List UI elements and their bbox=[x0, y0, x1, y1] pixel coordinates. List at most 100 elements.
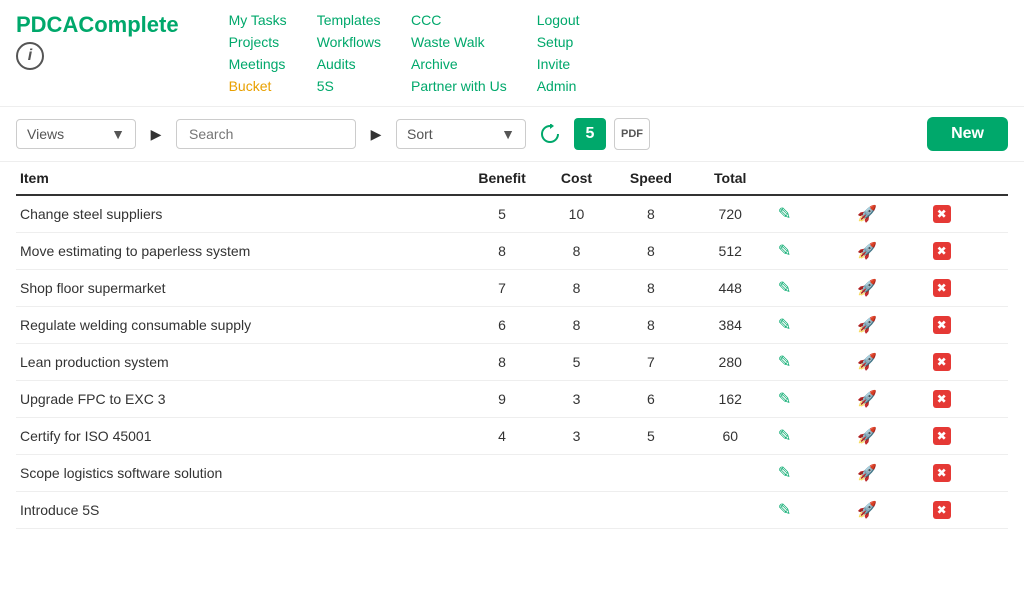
edit-icon[interactable]: ✎ bbox=[774, 498, 795, 522]
cell-item: Regulate welding consumable supply bbox=[16, 307, 462, 344]
nav-templates[interactable]: Templates bbox=[317, 12, 381, 28]
nav-col-3: CCC Waste Walk Archive Partner with Us bbox=[411, 12, 507, 94]
nav-col-1: My Tasks Projects Meetings Bucket bbox=[229, 12, 287, 94]
edit-icon[interactable]: ✎ bbox=[774, 313, 795, 337]
rocket-icon[interactable]: 🚀 bbox=[853, 387, 881, 411]
edit-icon[interactable]: ✎ bbox=[774, 276, 795, 300]
rocket-icon[interactable]: 🚀 bbox=[853, 350, 881, 374]
cell-launch: 🚀 bbox=[849, 307, 928, 344]
cell-edit: ✎ bbox=[770, 455, 849, 492]
nav-projects[interactable]: Projects bbox=[229, 34, 287, 50]
cell-cost: 8 bbox=[542, 233, 611, 270]
rocket-icon[interactable]: 🚀 bbox=[853, 313, 881, 337]
cell-benefit: 7 bbox=[462, 270, 541, 307]
cell-launch: 🚀 bbox=[849, 233, 928, 270]
views-dropdown[interactable]: Views ▼ bbox=[16, 119, 136, 149]
table-row: Regulate welding consumable supply688384… bbox=[16, 307, 1008, 344]
edit-icon[interactable]: ✎ bbox=[774, 461, 795, 485]
cell-benefit: 8 bbox=[462, 344, 541, 381]
cell-edit: ✎ bbox=[770, 233, 849, 270]
rocket-icon[interactable]: 🚀 bbox=[853, 461, 881, 485]
delete-icon[interactable]: ✖ bbox=[933, 279, 951, 297]
cell-edit: ✎ bbox=[770, 418, 849, 455]
cell-cost: 10 bbox=[542, 195, 611, 233]
count-badge[interactable]: 5 bbox=[574, 118, 606, 150]
cell-edit: ✎ bbox=[770, 195, 849, 233]
search-arrow-button[interactable]: ▶ bbox=[364, 122, 388, 146]
delete-icon[interactable]: ✖ bbox=[933, 501, 951, 519]
cell-delete: ✖ bbox=[929, 270, 1008, 307]
logo-text1: PDCA bbox=[16, 12, 78, 37]
chevron-down-icon-sort: ▼ bbox=[501, 126, 515, 142]
cell-cost bbox=[542, 492, 611, 529]
nav-logout[interactable]: Logout bbox=[537, 12, 580, 28]
new-button[interactable]: New bbox=[927, 117, 1008, 151]
table-row: Change steel suppliers5108720✎🚀✖ bbox=[16, 195, 1008, 233]
cell-item: Scope logistics software solution bbox=[16, 455, 462, 492]
logo-text2: Complete bbox=[78, 12, 178, 37]
cell-edit: ✎ bbox=[770, 492, 849, 529]
nav-5s[interactable]: 5S bbox=[317, 78, 381, 94]
col-header-cost: Cost bbox=[542, 162, 611, 195]
cell-launch: 🚀 bbox=[849, 455, 928, 492]
delete-icon[interactable]: ✖ bbox=[933, 353, 951, 371]
rocket-icon[interactable]: 🚀 bbox=[853, 239, 881, 263]
nav-ccc[interactable]: CCC bbox=[411, 12, 507, 28]
nav-invite[interactable]: Invite bbox=[537, 56, 580, 72]
nav-audits[interactable]: Audits bbox=[317, 56, 381, 72]
sort-dropdown[interactable]: Sort ▼ bbox=[396, 119, 526, 149]
delete-icon[interactable]: ✖ bbox=[933, 205, 951, 223]
rocket-icon[interactable]: 🚀 bbox=[853, 424, 881, 448]
cell-launch: 🚀 bbox=[849, 418, 928, 455]
views-arrow-button[interactable]: ▶ bbox=[144, 122, 168, 146]
cell-speed: 8 bbox=[611, 195, 690, 233]
rocket-icon[interactable]: 🚀 bbox=[853, 276, 881, 300]
rocket-icon[interactable]: 🚀 bbox=[853, 202, 881, 226]
nav-waste-walk[interactable]: Waste Walk bbox=[411, 34, 507, 50]
cell-speed: 5 bbox=[611, 418, 690, 455]
cell-cost: 3 bbox=[542, 418, 611, 455]
cell-item: Introduce 5S bbox=[16, 492, 462, 529]
delete-icon[interactable]: ✖ bbox=[933, 390, 951, 408]
cell-launch: 🚀 bbox=[849, 381, 928, 418]
cell-speed bbox=[611, 455, 690, 492]
cell-total: 280 bbox=[691, 344, 770, 381]
cell-benefit: 9 bbox=[462, 381, 541, 418]
cell-delete: ✖ bbox=[929, 344, 1008, 381]
header: PDCAComplete i My Tasks Projects Meeting… bbox=[0, 0, 1024, 107]
nav-partner[interactable]: Partner with Us bbox=[411, 78, 507, 94]
delete-icon[interactable]: ✖ bbox=[933, 316, 951, 334]
nav-my-tasks[interactable]: My Tasks bbox=[229, 12, 287, 28]
cell-edit: ✎ bbox=[770, 307, 849, 344]
cell-delete: ✖ bbox=[929, 195, 1008, 233]
cell-edit: ✎ bbox=[770, 344, 849, 381]
search-input[interactable] bbox=[176, 119, 356, 149]
edit-icon[interactable]: ✎ bbox=[774, 350, 795, 374]
edit-icon[interactable]: ✎ bbox=[774, 387, 795, 411]
nav-meetings[interactable]: Meetings bbox=[229, 56, 287, 72]
cell-total: 448 bbox=[691, 270, 770, 307]
cell-speed: 7 bbox=[611, 344, 690, 381]
delete-icon[interactable]: ✖ bbox=[933, 242, 951, 260]
edit-icon[interactable]: ✎ bbox=[774, 424, 795, 448]
pdf-button[interactable]: PDF bbox=[614, 118, 650, 150]
cell-total bbox=[691, 492, 770, 529]
cell-delete: ✖ bbox=[929, 418, 1008, 455]
main-nav: My Tasks Projects Meetings Bucket Templa… bbox=[229, 12, 580, 94]
cell-item: Upgrade FPC to EXC 3 bbox=[16, 381, 462, 418]
delete-icon[interactable]: ✖ bbox=[933, 427, 951, 445]
cell-item: Change steel suppliers bbox=[16, 195, 462, 233]
nav-workflows[interactable]: Workflows bbox=[317, 34, 381, 50]
cell-speed: 8 bbox=[611, 233, 690, 270]
nav-admin[interactable]: Admin bbox=[537, 78, 580, 94]
info-icon[interactable]: i bbox=[16, 42, 44, 70]
nav-setup[interactable]: Setup bbox=[537, 34, 580, 50]
edit-icon[interactable]: ✎ bbox=[774, 202, 795, 226]
delete-icon[interactable]: ✖ bbox=[933, 464, 951, 482]
nav-bucket[interactable]: Bucket bbox=[229, 78, 287, 94]
edit-icon[interactable]: ✎ bbox=[774, 239, 795, 263]
nav-archive[interactable]: Archive bbox=[411, 56, 507, 72]
refresh-icon[interactable] bbox=[534, 118, 566, 150]
rocket-icon[interactable]: 🚀 bbox=[853, 498, 881, 522]
cell-benefit bbox=[462, 492, 541, 529]
